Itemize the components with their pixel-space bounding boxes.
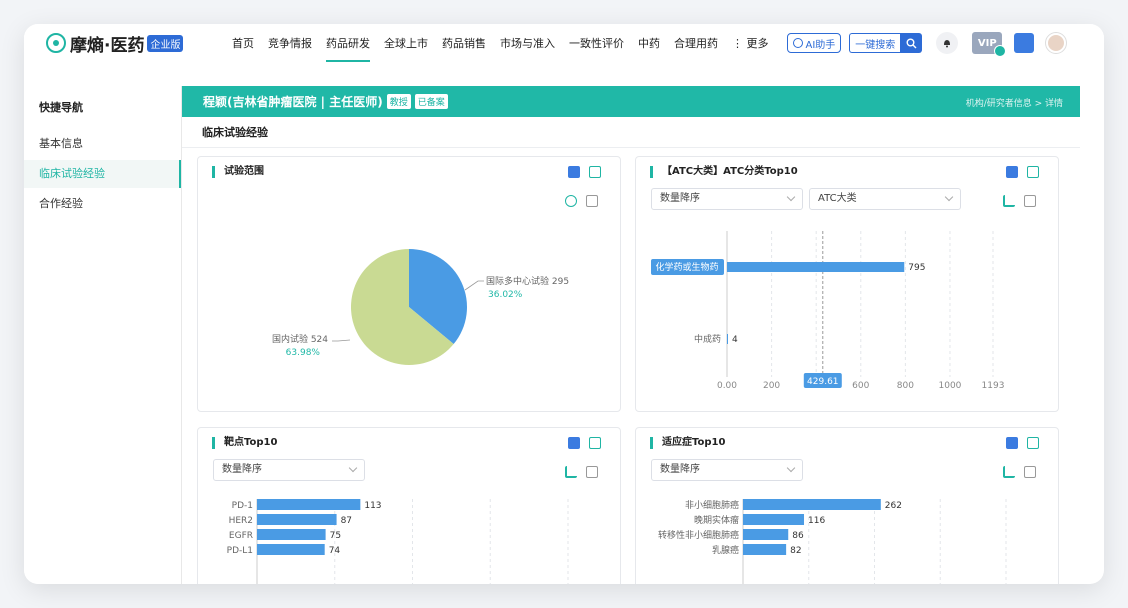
bar — [727, 334, 728, 344]
sidebar-item-0[interactable]: 基本信息 — [24, 130, 181, 158]
bar — [257, 544, 325, 555]
handbook-icon[interactable] — [1014, 33, 1035, 53]
doctor-header: 程颖(吉林省肿瘤医院 | 主任医师) 教授 已备案 机构/研究者信息 > 详情 — [182, 86, 1080, 117]
main-nav: 首页 竞争情报 药品研发 全球上市 药品销售 市场与准入 一致性评价 中药 合理用药 ⋮ 更多 — [232, 35, 783, 62]
bar — [257, 514, 337, 525]
quick-search-label[interactable]: 一键搜索 — [849, 33, 901, 53]
atc-bar-chart: 0.0020040060080010001193795化学药或生物药4中成药42… — [651, 231, 1005, 391]
sidebar-item-1[interactable]: 临床试验经验 — [24, 160, 181, 188]
bar-value-label: 262 — [885, 501, 902, 511]
bar-value-label: 74 — [329, 546, 341, 556]
bar — [743, 529, 789, 540]
nav-item-8[interactable]: 合理用药 — [674, 35, 718, 51]
bar — [257, 529, 326, 540]
category-label: PD-1 — [232, 501, 253, 511]
category-label: HER2 — [229, 516, 253, 526]
pie-chart: 国际多中心试验 295 36.02% 国内试验 524 63.98% — [272, 249, 569, 365]
tag-professor: 教授 — [386, 94, 411, 109]
search-icon — [906, 38, 917, 48]
quick-search[interactable]: 一键搜索 — [849, 33, 923, 53]
bar — [743, 514, 805, 525]
indication-bar-chart: 262 非小细胞肺癌 116 晚期实体瘤 86 转移性非小细胞肺癌 82 乳腺癌 — [658, 499, 1007, 584]
sidebar-title: 快捷导航 — [39, 101, 83, 114]
category-label: PD-L1 — [227, 546, 253, 556]
nav-item-2[interactable]: 药品研发 — [326, 35, 370, 62]
tag-registered: 已备案 — [414, 94, 448, 109]
x-tick-label: 800 — [897, 381, 914, 391]
search-button[interactable] — [900, 33, 923, 53]
doctor-name: 程颖(吉林省肿瘤医院 | 主任医师) — [203, 95, 383, 109]
brand-mark-icon — [46, 33, 66, 53]
nav-item-4[interactable]: 药品销售 — [442, 35, 486, 51]
category-label: 乳腺癌 — [712, 544, 739, 556]
category-label: 晚期实体瘤 — [694, 514, 739, 526]
card-trial-scope: 试验范围 国际多中心试验 295 36.02% 国内试验 524 63.98% — [197, 156, 621, 412]
sidebar-divider — [181, 86, 182, 584]
sidebar-item-2[interactable]: 合作经验 — [24, 190, 181, 218]
brand-logo[interactable]: 摩熵·医药 企业版 — [46, 31, 222, 56]
x-tick-label: 1193 — [982, 381, 1005, 391]
category-label: EGFR — [229, 531, 253, 541]
pie-label: 国际多中心试验 295 — [486, 275, 569, 287]
pie-percent: 36.02% — [488, 290, 523, 300]
bar-value-label: 113 — [364, 501, 381, 511]
pie-percent: 63.98% — [286, 348, 321, 358]
nav-item-7[interactable]: 中药 — [638, 35, 660, 51]
leader-line — [464, 280, 484, 291]
pie-label: 国内试验 524 — [272, 333, 328, 345]
x-tick-label: 200 — [763, 381, 780, 391]
verified-icon — [994, 45, 1007, 57]
card-target: 靶点Top10 数量降序 113 PD-1 87 HER2 75 EGFR 74 PD-L1 — [197, 427, 621, 584]
notification-button[interactable] — [936, 32, 959, 54]
app-window: 摩熵·医药 企业版 首页 竞争情报 药品研发 全球上市 药品销售 市场与准入 一致性评价 中药… — [24, 24, 1104, 584]
target-bar-chart: 113 PD-1 87 HER2 75 EGFR 74 PD-L1 — [227, 499, 569, 584]
nav-item-3[interactable]: 全球上市 — [384, 35, 428, 51]
ai-assistant-button[interactable]: AI助手 — [786, 33, 842, 53]
leader-line — [332, 339, 351, 342]
bell-icon — [944, 40, 951, 48]
nav-item-5[interactable]: 市场与准入 — [500, 35, 555, 51]
bar — [743, 499, 881, 510]
x-tick-label: 0.00 — [717, 381, 737, 391]
card-indication: 适应症Top10 数量降序 262 非小细胞肺癌 116 晚期实体瘤 86 转移性非小细胞… — [635, 427, 1059, 584]
bar-value-label: 86 — [792, 531, 804, 541]
nav-item-9[interactable]: ⋮ 更多 — [732, 35, 769, 51]
top-navbar: 摩熵·医药 企业版 首页 竞争情报 药品研发 全球上市 药品销售 市场与准入 一致性评价 中药… — [24, 24, 1104, 62]
vip-label: VIP — [977, 37, 997, 49]
bar-value-label: 87 — [341, 516, 352, 526]
bar-value-label: 75 — [330, 531, 341, 541]
x-tick-label: 600 — [852, 381, 869, 391]
user-avatar[interactable] — [1046, 33, 1067, 53]
brand-name: 摩熵·医药 — [70, 35, 145, 56]
category-label: 转移性非小细胞肺癌 — [658, 529, 739, 541]
bar-value-label: 795 — [908, 263, 925, 273]
edition-badge: 企业版 — [147, 34, 184, 52]
card-atc: 【ATC大类】ATC分类Top10 数量降序 ATC大类 0.002004006… — [635, 156, 1059, 412]
vip-badge[interactable]: VIP — [972, 32, 1007, 57]
category-label: 化学药或生物药 — [655, 261, 718, 273]
bar-value-label: 82 — [790, 546, 801, 556]
bar — [743, 544, 787, 555]
ai-assistant-label: AI助手 — [805, 39, 836, 51]
category-label: 非小细胞肺癌 — [685, 499, 739, 511]
section-title: 临床试验经验 — [182, 117, 1080, 148]
marker-label: 429.61 — [807, 377, 839, 387]
quick-nav-sidebar: 快捷导航 基本信息 临床试验经验 合作经验 — [24, 86, 181, 584]
breadcrumb: 机构/研究者信息 > 详情 — [965, 99, 1063, 109]
nav-item-6[interactable]: 一致性评价 — [569, 35, 624, 51]
bar — [727, 262, 905, 272]
bar-value-label: 116 — [808, 516, 825, 526]
category-label: 中成药 — [694, 333, 721, 345]
bar-value-label: 4 — [732, 335, 738, 345]
ai-icon — [792, 38, 803, 48]
nav-item-0[interactable]: 首页 — [232, 35, 254, 51]
bar — [257, 499, 361, 510]
nav-item-1[interactable]: 竞争情报 — [268, 35, 312, 51]
x-tick-label: 1000 — [939, 381, 962, 391]
